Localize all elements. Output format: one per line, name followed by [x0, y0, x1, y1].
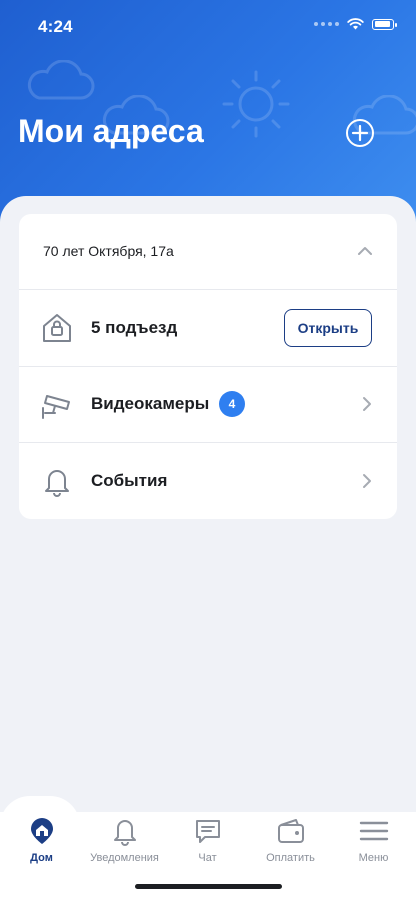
tab-label: Оплатить	[266, 852, 315, 864]
tab-pay[interactable]: Оплатить	[249, 816, 332, 864]
chat-icon	[195, 820, 220, 843]
list-item-label: События	[91, 471, 168, 490]
tab-label: Меню	[358, 852, 389, 864]
battery-icon	[372, 18, 397, 30]
tab-notifications[interactable]: Уведомления	[83, 816, 166, 864]
chevron-up-icon	[358, 247, 372, 255]
status-icons	[314, 18, 397, 30]
sun-decoration-icon	[222, 70, 290, 138]
list-item-events[interactable]: События	[19, 443, 397, 519]
wallet-icon	[277, 819, 304, 843]
home-indicator	[135, 884, 282, 889]
count-badge: 4	[219, 391, 245, 417]
status-time: 4:24	[38, 17, 73, 36]
add-address-button[interactable]	[345, 118, 375, 148]
status-bar: 4:24	[0, 0, 416, 54]
chevron-right-icon	[363, 397, 371, 411]
tab-label: Дом	[30, 852, 53, 864]
list-item-entrance: 5 подъезд Открыть	[19, 290, 397, 367]
address-name: 70 лет Октября, 17а	[43, 243, 174, 259]
tab-menu[interactable]: Меню	[332, 816, 415, 864]
tab-home[interactable]: Дом	[0, 816, 83, 864]
tab-label: Чат	[198, 852, 217, 864]
security-camera-icon	[42, 395, 70, 419]
address-header[interactable]: 70 лет Октября, 17а	[19, 214, 397, 290]
bell-icon	[45, 470, 69, 497]
tab-label: Уведомления	[90, 852, 159, 864]
chevron-right-icon	[363, 474, 371, 488]
list-item-label: Видеокамеры	[91, 394, 210, 413]
page-title: Мои адреса	[18, 113, 204, 149]
tab-chat[interactable]: Чат	[166, 816, 249, 864]
home-icon	[30, 818, 53, 844]
cloud-decoration-icon	[27, 60, 95, 100]
address-card: 70 лет Октября, 17а 5 подъезд Открыть Ви…	[19, 214, 397, 519]
house-lock-icon	[43, 314, 71, 342]
wifi-icon	[347, 18, 364, 30]
bell-icon	[113, 820, 136, 846]
menu-icon	[359, 821, 388, 841]
open-door-button[interactable]: Открыть	[284, 309, 372, 347]
list-item-label: 5 подъезд	[91, 318, 178, 337]
cellular-signal-icon	[314, 22, 339, 26]
list-item-cameras[interactable]: Видеокамеры 4	[19, 366, 397, 443]
